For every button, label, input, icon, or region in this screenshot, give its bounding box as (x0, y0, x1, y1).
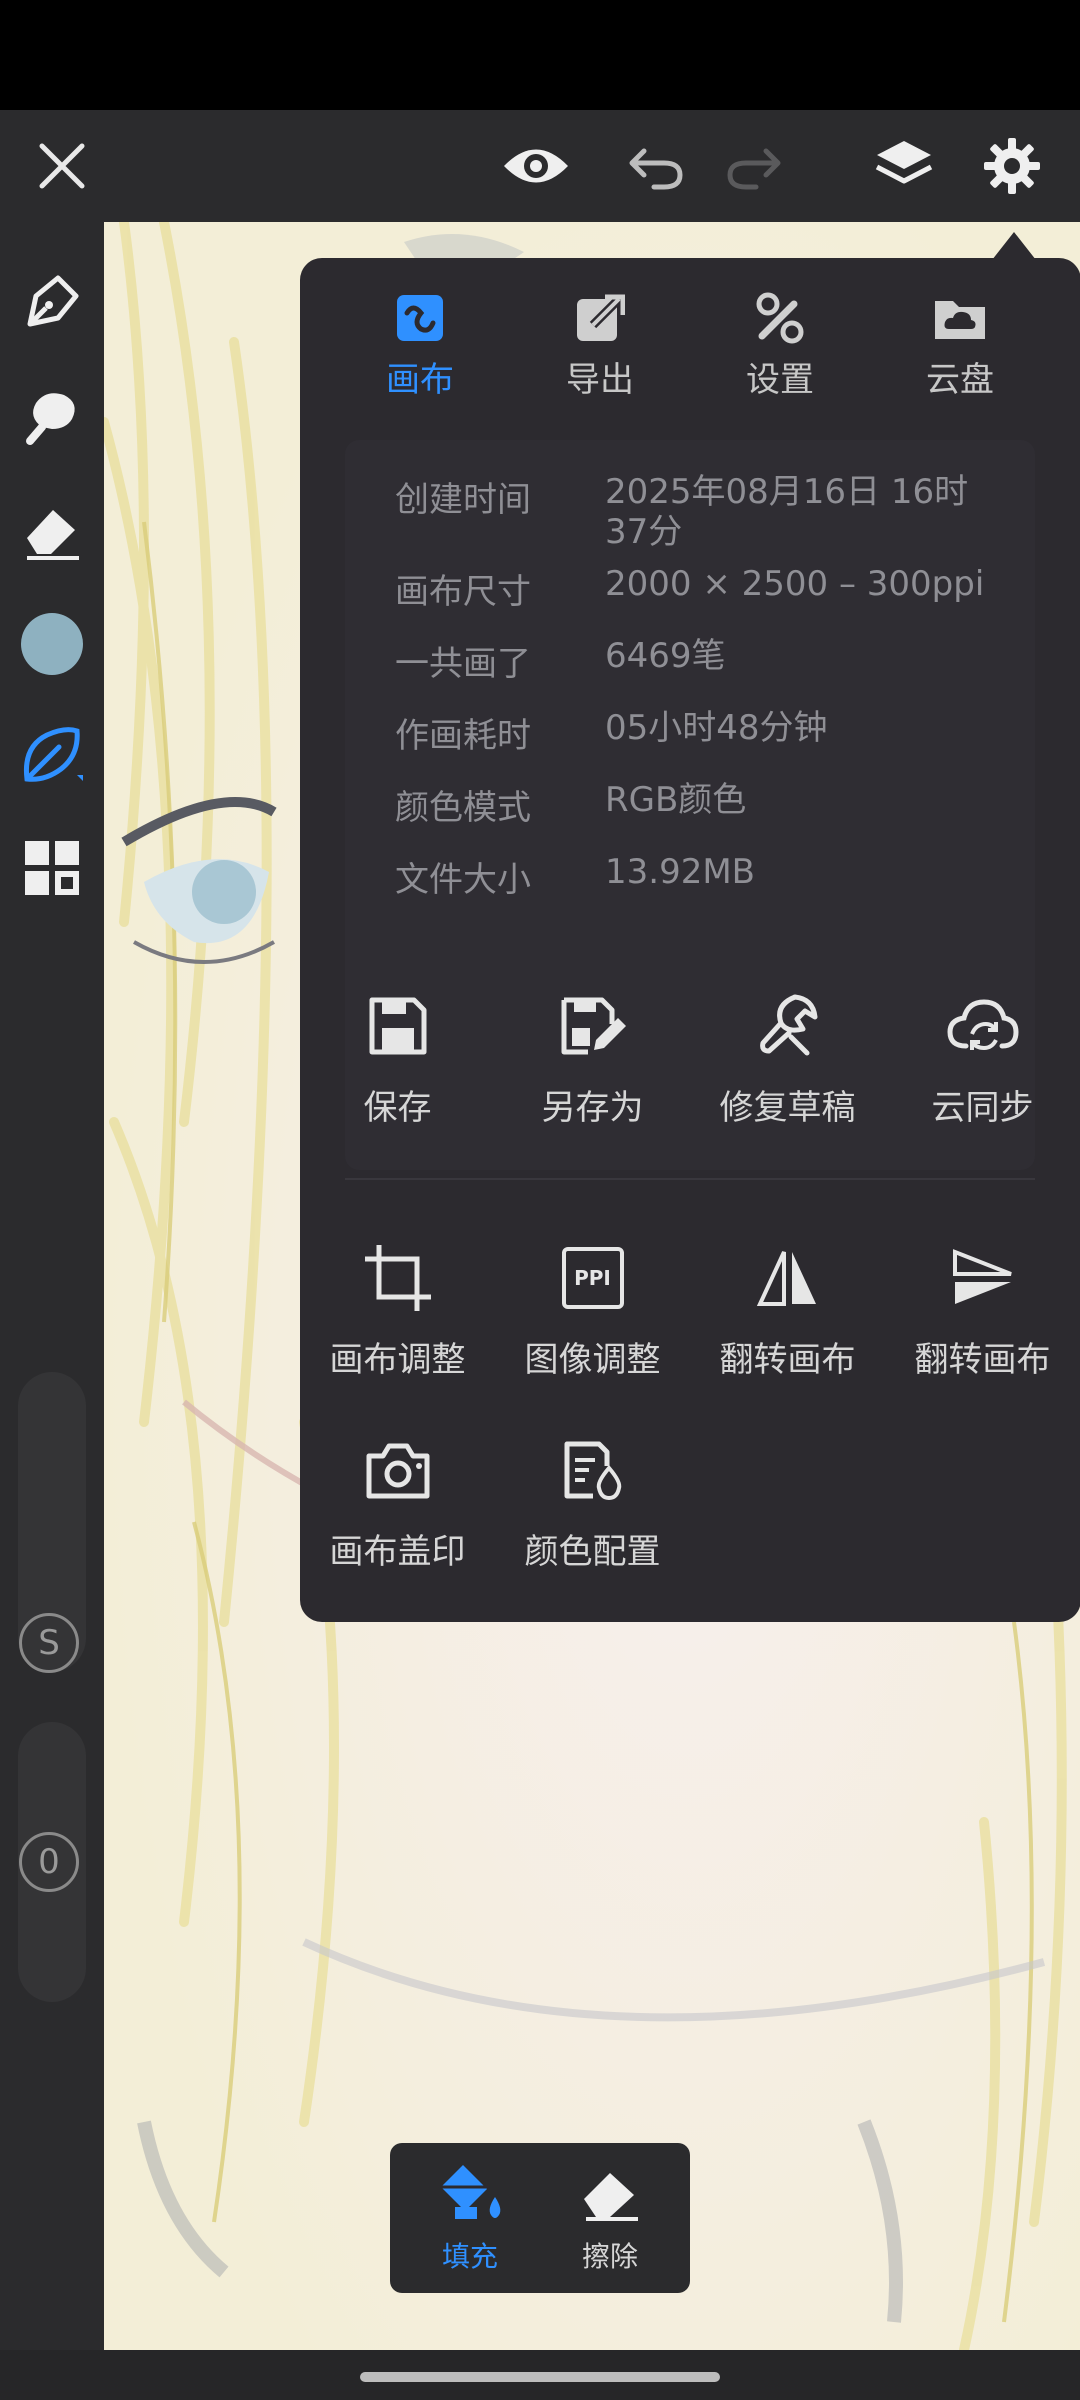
tab-export[interactable]: 导出 (510, 288, 690, 400)
image-adjust-button[interactable]: PPI 图像调整 (495, 1238, 690, 1381)
info-key: 文件大小 (395, 860, 531, 900)
info-key: 创建时间 (395, 480, 531, 520)
grid-icon[interactable] (12, 828, 92, 908)
color-profile-icon (495, 1430, 690, 1510)
fill-button[interactable]: 填充 (400, 2143, 540, 2293)
info-row-size: 画布尺寸 2000 × 2500 – 300ppi (395, 564, 1015, 613)
undo-icon[interactable] (616, 110, 696, 222)
action-label: 修复草稿 (719, 1088, 856, 1128)
info-key: 作画耗时 (395, 716, 531, 756)
info-row-file-size: 文件大小 13.92MB (395, 852, 1015, 901)
action-label: 翻转画布 (914, 1340, 1051, 1380)
info-value: 6469笔 (605, 636, 726, 676)
cloud-sync-button[interactable]: 云同步 (885, 986, 1080, 1129)
action-label: 画布盖印 (329, 1532, 466, 1572)
tab-label: 画布 (386, 360, 454, 400)
tab-settings[interactable]: 设置 (690, 288, 870, 400)
eraser-icon[interactable] (12, 492, 92, 572)
action-label: 云同步 (931, 1088, 1034, 1128)
info-value: 13.92MB (605, 852, 755, 892)
save-icon (300, 986, 495, 1066)
paint-bucket-icon (400, 2143, 540, 2223)
repair-draft-button[interactable]: 修复草稿 (690, 986, 885, 1129)
ppi-icon: PPI (495, 1238, 690, 1318)
eye-icon[interactable] (496, 110, 576, 222)
redo-icon[interactable] (714, 110, 794, 222)
pen-icon[interactable] (12, 262, 92, 342)
home-indicator[interactable] (360, 2372, 720, 2382)
canvas-stamp-button[interactable]: 画布盖印 (300, 1430, 495, 1573)
smudge-icon[interactable] (12, 377, 92, 457)
action-label: 保存 (363, 1088, 432, 1128)
action-label: 画布调整 (329, 1340, 466, 1380)
fill-label: 填充 (441, 2240, 498, 2273)
color-profile-button[interactable]: 颜色配置 (495, 1430, 690, 1573)
tab-cloud[interactable]: 云盘 (870, 288, 1050, 400)
leaf-brush-icon[interactable] (12, 716, 92, 796)
flip-vertical-button[interactable]: 翻转画布 (885, 1238, 1080, 1381)
save-as-button[interactable]: 另存为 (495, 986, 690, 1129)
erase-button[interactable]: 擦除 (540, 2143, 680, 2293)
ppi-text: PPI (561, 1247, 624, 1309)
info-value: RGB颜色 (605, 780, 747, 820)
canvas-menu-panel: 画布 导出 设置 云盘 创建时间 2025年08月16日 16时37分 画布尺寸… (300, 258, 1080, 1622)
color-swatch[interactable] (12, 604, 92, 684)
camera-icon (300, 1430, 495, 1510)
export-icon (510, 288, 690, 348)
flip-horizontal-button[interactable]: 翻转画布 (690, 1238, 885, 1381)
info-value: 2025年08月16日 16时37分 (605, 472, 969, 552)
info-key: 一共画了 (395, 644, 531, 684)
action-label: 图像调整 (524, 1340, 661, 1380)
info-row-created: 创建时间 2025年08月16日 16时37分 (395, 472, 1015, 552)
info-row-strokes: 一共画了 6469笔 (395, 636, 1015, 685)
flip-horizontal-icon (690, 1238, 885, 1318)
cloud-sync-icon (885, 986, 1080, 1066)
tab-label: 云盘 (926, 360, 994, 400)
flip-vertical-icon (885, 1238, 1080, 1318)
panel-divider (345, 1178, 1035, 1180)
size-badge: S (19, 1613, 79, 1673)
close-icon[interactable] (22, 110, 102, 222)
tools-icon (690, 288, 870, 348)
save-button[interactable]: 保存 (300, 986, 495, 1129)
eraser-icon (540, 2143, 680, 2223)
panel-tabs: 画布 导出 设置 云盘 (300, 288, 1080, 400)
crop-icon (300, 1238, 495, 1318)
status-bar (0, 0, 1080, 110)
erase-label: 擦除 (581, 2240, 638, 2273)
action-label: 颜色配置 (524, 1532, 661, 1572)
tab-label: 设置 (746, 360, 814, 400)
layers-icon[interactable] (864, 110, 944, 222)
canvas-adjust-button[interactable]: 画布调整 (300, 1238, 495, 1381)
left-toolbar: S 0 (0, 222, 104, 2350)
save-as-icon (495, 986, 690, 1066)
info-key: 画布尺寸 (395, 572, 531, 612)
wrench-icon (690, 986, 885, 1066)
gear-icon[interactable] (972, 110, 1052, 222)
cloud-folder-icon (870, 288, 1050, 348)
opacity-badge: 0 (19, 1832, 79, 1892)
canvas-icon (330, 288, 510, 348)
panel-pointer (992, 232, 1036, 260)
info-row-color-mode: 颜色模式 RGB颜色 (395, 780, 1015, 829)
info-row-duration: 作画耗时 05小时48分钟 (395, 708, 1015, 757)
top-toolbar (0, 110, 1080, 222)
info-value: 2000 × 2500 – 300ppi (605, 564, 985, 604)
info-key: 颜色模式 (395, 788, 531, 828)
action-label: 另存为 (541, 1088, 644, 1128)
tab-label: 导出 (566, 360, 634, 400)
action-label: 翻转画布 (719, 1340, 856, 1380)
info-value: 05小时48分钟 (605, 708, 828, 748)
tab-canvas[interactable]: 画布 (330, 288, 510, 400)
fill-toolbox: 填充 擦除 (390, 2143, 690, 2293)
